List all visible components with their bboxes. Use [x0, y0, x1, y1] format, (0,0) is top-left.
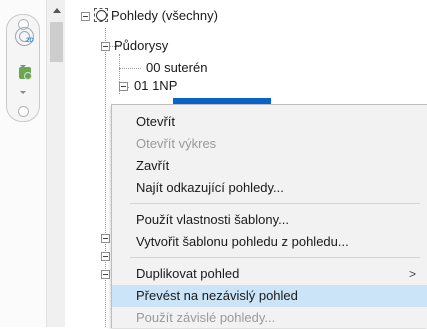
submenu-arrow-icon: > — [408, 267, 416, 281]
navigation-panel: 2D — [6, 14, 40, 122]
navigation-bar: 2D — [0, 0, 46, 327]
cut-off-row — [65, 0, 427, 6]
context-menu: Otevřít Otevřít výkres Zavřít Najít odka… — [111, 104, 427, 328]
menu-separator — [130, 257, 420, 258]
menu-separator — [130, 203, 420, 204]
tree-node-basement[interactable]: 00 suterén — [146, 60, 207, 76]
menu-item-convert-to-independent-view[interactable]: Převést na nezávislý pohled — [112, 285, 427, 307]
tree-node-floor-plans[interactable]: Půdorysy — [114, 38, 168, 54]
collapse-views-button[interactable] — [81, 12, 90, 21]
tree-node-first-floor[interactable]: 01 1NP — [134, 78, 177, 94]
scroll-thumb[interactable] — [50, 22, 63, 62]
collapse-first-floor-button[interactable] — [119, 82, 128, 91]
menu-item-find-referring-views[interactable]: Najít odkazující pohledy... — [112, 177, 427, 199]
vertical-scrollbar[interactable] — [46, 0, 66, 327]
zoom-dropdown-arrow[interactable] — [20, 91, 26, 94]
2d-wheel-icon[interactable]: 2D — [7, 15, 39, 65]
menu-item-label: Duplikovat pohled — [136, 266, 240, 281]
expand-button[interactable] — [101, 270, 110, 279]
menu-item-apply-dependent-views[interactable]: Použít závislé pohledy... — [112, 307, 427, 329]
tree-node-views[interactable]: Pohledy (všechny) — [111, 8, 218, 24]
views-icon — [94, 8, 108, 22]
menu-item-duplicate-view[interactable]: Duplikovat pohled > — [112, 263, 427, 285]
scroll-up-arrow-icon[interactable] — [53, 8, 61, 13]
tree-line — [119, 68, 141, 69]
menu-item-open-sheet[interactable]: Otevřít výkres — [112, 133, 427, 155]
tree-line — [105, 28, 106, 327]
menu-item-create-view-template[interactable]: Vytvořit šablonu pohledu z pohledu... — [112, 231, 427, 253]
nav-bar-options-button[interactable] — [18, 106, 29, 117]
expand-button[interactable] — [101, 234, 110, 243]
menu-item-close[interactable]: Zavřít — [112, 155, 427, 177]
menu-item-open[interactable]: Otevřít — [112, 111, 427, 133]
collapse-floor-plans-button[interactable] — [101, 42, 110, 51]
menu-item-apply-template-properties[interactable]: Použít vlastnosti šablony... — [112, 209, 427, 231]
expand-button[interactable] — [101, 252, 110, 261]
